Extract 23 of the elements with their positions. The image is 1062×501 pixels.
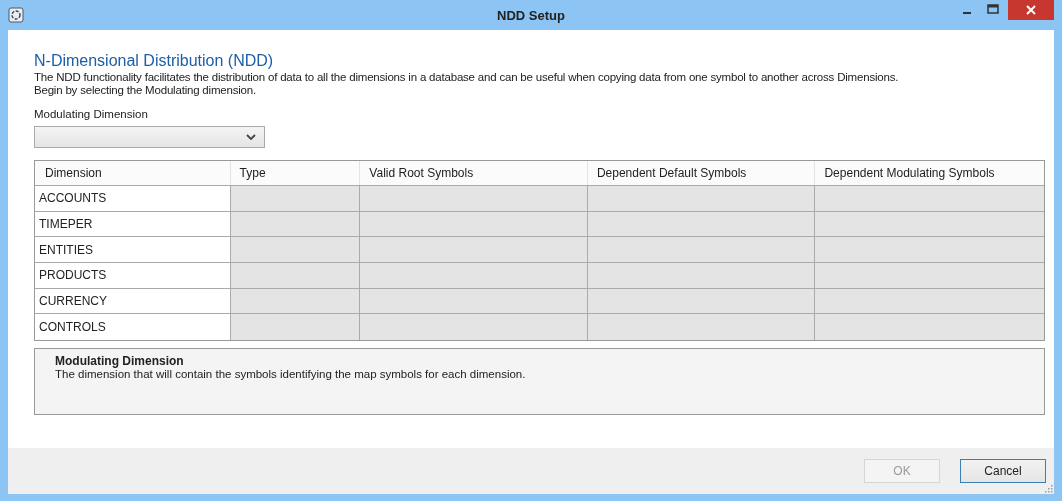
resize-grip-icon (1045, 485, 1053, 493)
column-header[interactable]: Type (230, 161, 361, 185)
help-title: Modulating Dimension (55, 354, 185, 369)
table-cell[interactable]: ENTITIES (35, 237, 231, 264)
table-cell[interactable]: CURRENCY (35, 288, 231, 315)
app-icon (8, 7, 24, 23)
description-text: The NDD functionality facilitates the distribution of data to all the dimensions in a database and can be useful when copying data from one symbol to another across Dimensions. (34, 71, 900, 84)
close-icon[interactable] (1008, 0, 1054, 20)
table-cell[interactable]: TIMEPER (35, 211, 231, 238)
table-cell[interactable]: CONTROLS (35, 314, 231, 341)
table-cell[interactable]: PRODUCTS (35, 263, 231, 289)
column-header[interactable]: Valid Root Symbols (360, 161, 588, 185)
column-header[interactable]: Dependent Default Symbols (587, 161, 816, 185)
cancel-button[interactable]: Cancel (960, 459, 1046, 483)
column-header[interactable]: Dependent Modulating Symbols (815, 161, 1044, 185)
description-text: Begin by selecting the Modulating dimension. (34, 84, 257, 97)
section-heading: N-Dimensional Distribution (NDD) (34, 52, 275, 70)
column-header[interactable]: Dimension (35, 161, 231, 185)
field-label: Modulating Dimension (34, 108, 149, 120)
window-title: NDD Setup (497, 7, 565, 23)
chevron-down-icon (246, 133, 256, 141)
table-cell[interactable]: ACCOUNTS (35, 186, 231, 212)
help-text: The dimension that will contain the symbols identifying the map symbols for each dimension. (55, 368, 527, 381)
